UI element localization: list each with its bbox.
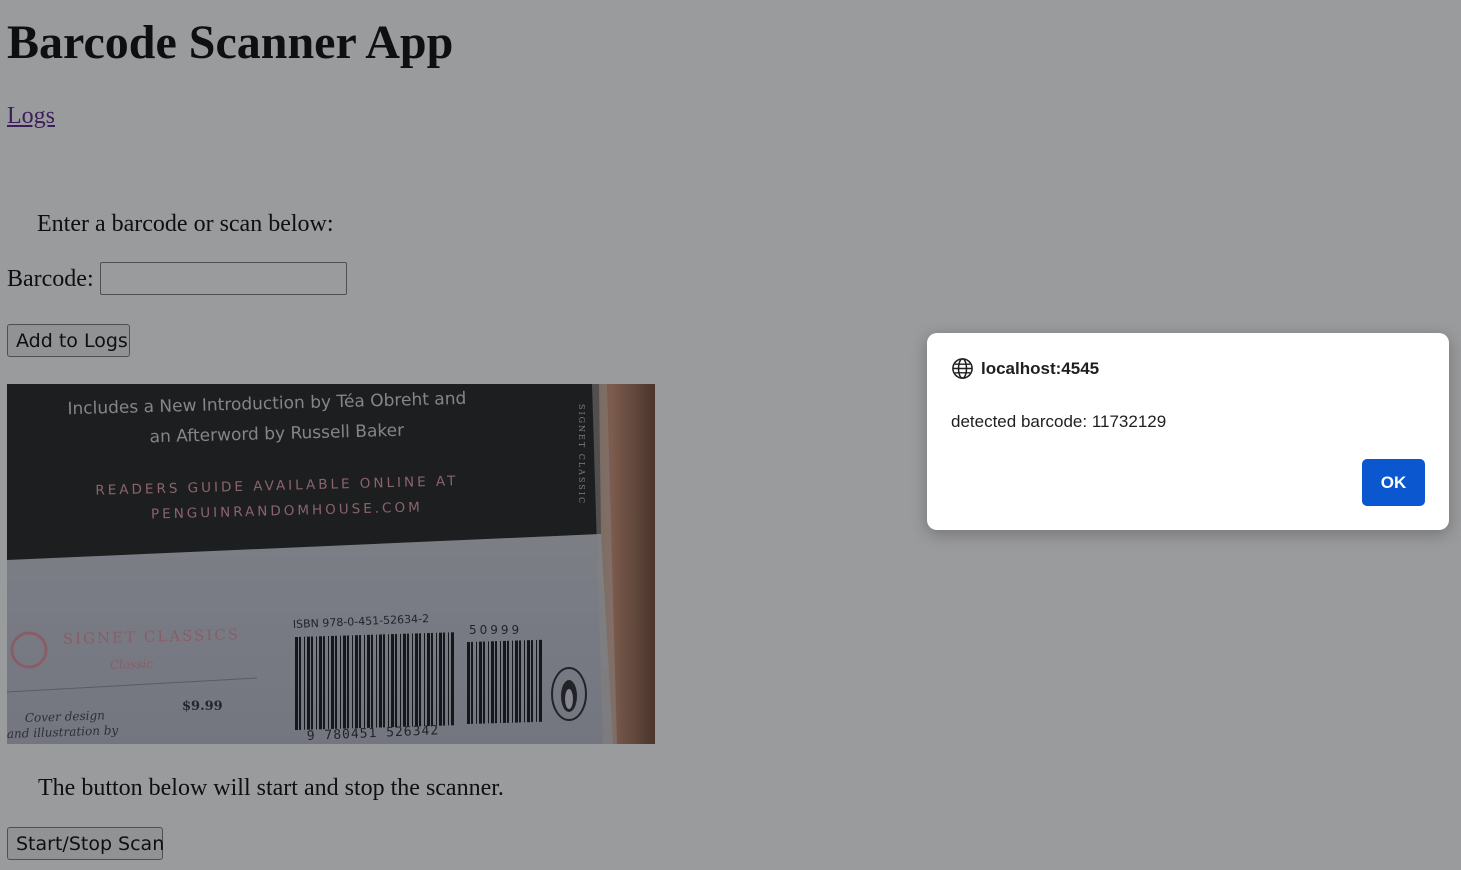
globe-icon <box>952 358 973 379</box>
dialog-origin-text: localhost:4545 <box>981 358 1100 378</box>
dialog-message: detected barcode: 11732129 <box>951 412 1167 431</box>
page: Barcode Scanner App Logs Enter a barcode… <box>0 0 1461 870</box>
alert-dialog: localhost:4545 detected barcode: 1173212… <box>927 333 1449 530</box>
ok-button[interactable]: OK <box>1362 459 1425 506</box>
dialog-origin: localhost:4545 <box>951 357 1099 380</box>
